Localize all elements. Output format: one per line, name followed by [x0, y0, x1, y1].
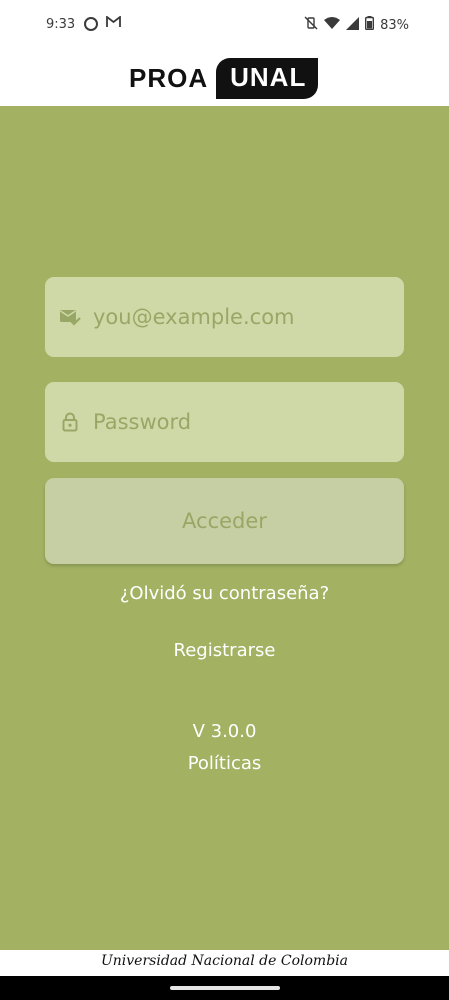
- status-bar: 9:33 83%: [0, 0, 449, 50]
- app-header: PROA UNAL: [0, 50, 449, 106]
- logo-unal-text: UNAL: [216, 57, 319, 99]
- proa-unal-logo: PROA UNAL: [129, 54, 319, 102]
- status-time: 9:33: [46, 17, 76, 32]
- footer: Universidad Nacional de Colombia: [0, 950, 449, 976]
- login-panel: Acceder ¿Olvidó su contraseña? Registrar…: [0, 106, 449, 950]
- signal-icon: [346, 16, 360, 34]
- forgot-password-link[interactable]: ¿Olvidó su contraseña?: [0, 583, 449, 604]
- email-input[interactable]: [93, 277, 393, 357]
- gmail-icon: [106, 15, 121, 32]
- email-check-icon: [59, 306, 81, 328]
- battery-percent: 83%: [380, 17, 409, 33]
- email-field-container: [45, 277, 404, 357]
- gesture-handle[interactable]: [170, 986, 280, 990]
- password-field-container: [45, 382, 404, 462]
- version-label: V 3.0.0: [192, 721, 257, 742]
- wifi-icon: [324, 16, 341, 34]
- logo-proa-text: PROA: [129, 62, 209, 93]
- policies-link[interactable]: Políticas: [0, 753, 449, 774]
- system-nav-bar: [0, 976, 449, 1000]
- login-button[interactable]: Acceder: [45, 478, 404, 564]
- battery-icon: [365, 16, 375, 34]
- password-input[interactable]: [93, 382, 393, 462]
- status-right-icons: 83%: [304, 16, 409, 34]
- vibrate-off-icon: [304, 16, 318, 34]
- university-name: Universidad Nacional de Colombia: [100, 953, 348, 969]
- lock-icon: [59, 411, 81, 433]
- circle-icon: [84, 17, 98, 31]
- status-left-icons: [84, 15, 121, 32]
- register-link[interactable]: Registrarse: [0, 640, 449, 661]
